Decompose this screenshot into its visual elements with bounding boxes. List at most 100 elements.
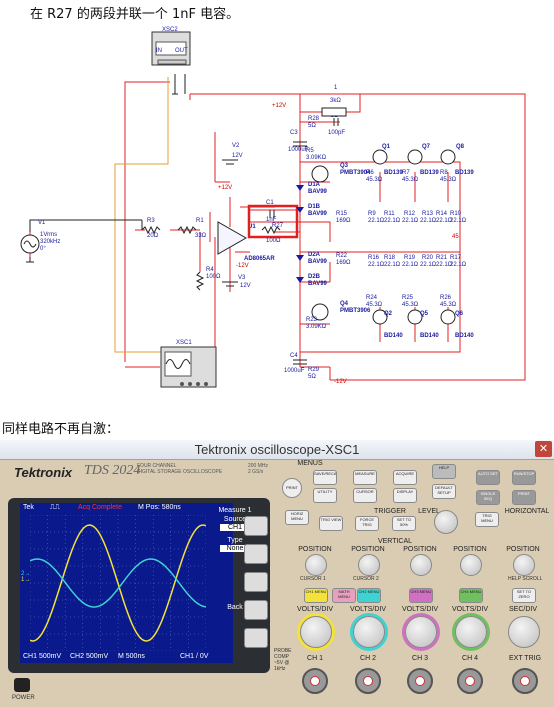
q5-part: BD140 (420, 333, 439, 339)
ch3-position-knob[interactable] (410, 554, 432, 576)
xsc2-label: XSC2 (162, 27, 178, 33)
save-recall-button[interactable]: SAVE/RECALL (313, 470, 337, 485)
r8-value: 45.3Ω (440, 177, 457, 183)
default-setup-button[interactable]: DEFAULT SETUP (432, 484, 456, 499)
math-menu-button[interactable]: MATH MENU (332, 588, 356, 603)
waveform-plot (30, 515, 206, 651)
trig-menu-button[interactable]: TRIG MENU (475, 512, 499, 527)
ch1-menu-button[interactable]: CH1 MENU (304, 588, 328, 603)
window-titlebar[interactable]: Tektronix oscilloscope-XSC1 ✕ (0, 440, 554, 460)
print-button[interactable]: PRINT (282, 478, 302, 498)
ch1-volts-knob[interactable] (300, 616, 332, 648)
level-knob[interactable] (434, 510, 458, 534)
cursor-button[interactable]: CURSOR (353, 488, 377, 503)
xsc2-out-label: OUT (175, 48, 188, 54)
d1b-label: D1B (308, 204, 321, 210)
close-icon[interactable]: ✕ (535, 441, 552, 457)
ch4-volts-knob[interactable] (455, 616, 487, 648)
r22-value: 169Ω (336, 260, 351, 266)
q8-label: Q8 (456, 144, 465, 150)
force-trig-button[interactable]: FORCE TRIG (355, 516, 379, 531)
ch2-scale: CH2 500mV (70, 653, 109, 660)
q1-transistor[interactable] (372, 149, 388, 165)
xsc2-terminals (157, 59, 187, 65)
display-button[interactable]: DISPLAY (393, 488, 417, 503)
ch3-input-connector[interactable] (407, 668, 433, 694)
ch1-scale: CH1 500mV (23, 653, 62, 660)
bezel-button-1[interactable] (244, 516, 268, 536)
single-seq-button[interactable]: SINGLE SEQ (476, 490, 500, 505)
ch2-position-knob[interactable] (358, 554, 380, 576)
q8-transistor[interactable] (440, 149, 456, 165)
q7-transistor[interactable] (407, 149, 423, 165)
ch4-position-knob[interactable] (460, 554, 482, 576)
trigger-label: TRIGGER (374, 508, 406, 515)
set-to-zero-button[interactable]: SET TO ZERO (512, 588, 536, 603)
ch1-position-knob[interactable] (305, 554, 327, 576)
r4-resistor[interactable] (195, 271, 205, 291)
ch4-menu-button[interactable]: CH4 MENU (459, 588, 483, 603)
q6-transistor[interactable] (440, 309, 456, 325)
q7-label: Q7 (422, 144, 431, 150)
auto-set-button[interactable]: AUTO SET (476, 470, 500, 485)
r26-value: 45.3Ω (440, 302, 457, 308)
print-button-2[interactable]: PRINT (512, 490, 536, 505)
ext-trig-label: EXT TRIG (508, 655, 542, 662)
r19-value: 22.1Ω (402, 262, 419, 268)
r28-value: 5Ω (308, 123, 316, 129)
xsc1-label: XSC1 (176, 340, 192, 346)
help-button[interactable]: HELP (432, 464, 456, 479)
sec-div-knob[interactable] (508, 616, 540, 648)
horiz-menu-button[interactable]: HORIZ MENU (285, 510, 309, 525)
set-50-button[interactable]: SET TO 50% (392, 516, 416, 531)
power-label: POWER (12, 695, 35, 701)
r13-label: R13 (422, 211, 434, 217)
bezel-button-2[interactable] (244, 544, 268, 564)
trigger-icon: ⎍⎍ (50, 504, 60, 511)
horiz-position-knob[interactable] (513, 554, 535, 576)
r16-value: 22.1Ω (368, 262, 385, 268)
screen-status-bar: Tek ⎍⎍ Acq Complete M Pos: 580ns (20, 503, 233, 514)
ext-trig-connector[interactable] (512, 668, 538, 694)
bezel-button-4[interactable] (244, 600, 268, 620)
u1-opamp[interactable] (217, 221, 248, 255)
r29-value: 5Ω (308, 374, 316, 380)
node-45: 45 (452, 234, 459, 240)
menus-label: MENUS (297, 460, 323, 467)
r24-value: 45.3Ω (366, 302, 383, 308)
r21-label: R21 (436, 255, 448, 261)
model-subtitle: FOUR CHANNEL DIGITAL STORAGE OSCILLOSCOP… (137, 463, 222, 475)
bezel-button-3[interactable] (244, 572, 268, 592)
ch4-input-connector[interactable] (457, 668, 483, 694)
ch4-label: CH 4 (462, 655, 478, 662)
d1a-label: D1A (308, 182, 321, 188)
measure-button[interactable]: MEASURE (353, 470, 377, 485)
minus12-b: -12V (334, 379, 347, 385)
q1-label: Q1 (382, 144, 391, 150)
trig-view-button[interactable]: TRIG VIEW (319, 516, 343, 531)
bezel-button-5[interactable] (244, 628, 268, 648)
v2-battery[interactable] (222, 159, 238, 165)
ch2-input-connector[interactable] (355, 668, 381, 694)
run-stop-button[interactable]: RUN/STOP (512, 470, 536, 485)
power-button[interactable] (14, 678, 30, 692)
ch3-volts-knob[interactable] (405, 616, 437, 648)
ch1-input-connector[interactable] (302, 668, 328, 694)
tek-label: Tek (23, 504, 34, 511)
q3-label: Q3 (340, 163, 349, 169)
q3-transistor[interactable] (311, 165, 329, 183)
r25-label: R25 (402, 295, 414, 301)
acquire-button[interactable]: ACQUIRE (393, 470, 417, 485)
minus12-a: -12V (236, 263, 249, 269)
ch3-volts-div-label: VOLTS/DIV (401, 606, 439, 613)
utility-button[interactable]: UTILITY (313, 488, 337, 503)
r1-label: R1 (196, 218, 204, 224)
q4-part: PMBT3906 (340, 308, 371, 314)
ch2-menu-button[interactable]: CH2 MENU (357, 588, 381, 603)
ch2-volts-knob[interactable] (353, 616, 385, 648)
ch4-position-label: POSITION (453, 546, 487, 553)
d1a-diode (296, 185, 304, 191)
r1b-resistor[interactable] (321, 107, 347, 117)
r27-value: 100Ω (266, 238, 281, 244)
ch3-menu-button[interactable]: CH3 MENU (409, 588, 433, 603)
